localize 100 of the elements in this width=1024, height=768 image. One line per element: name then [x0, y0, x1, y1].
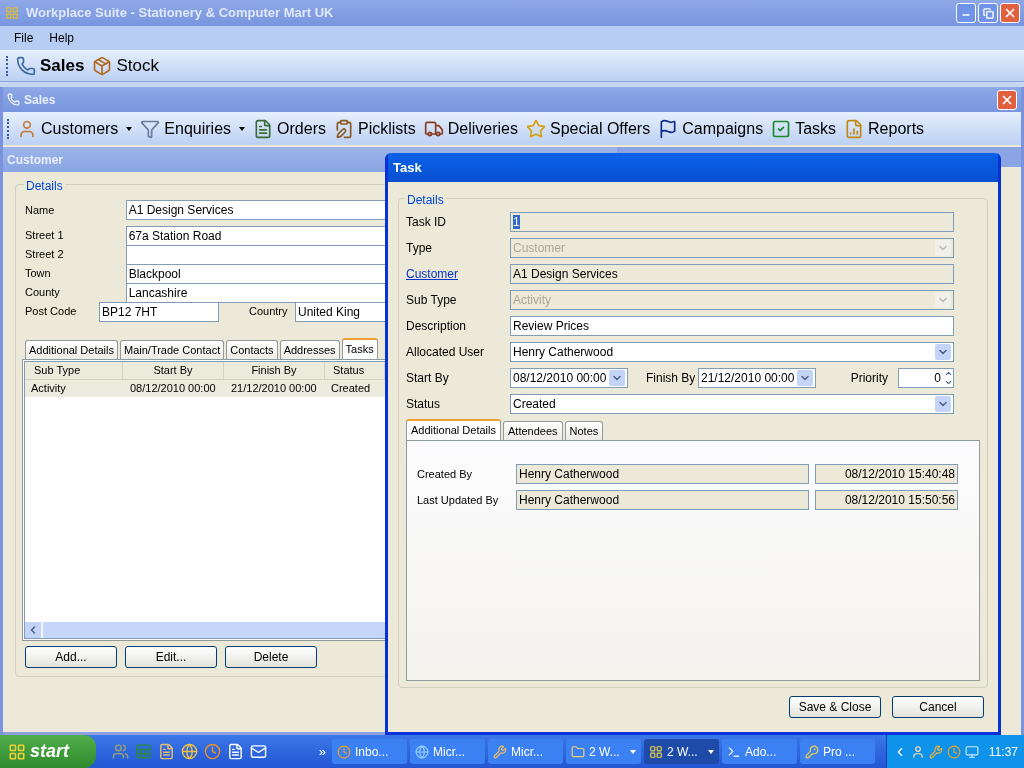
minimize-button[interactable] — [956, 3, 976, 23]
star-icon — [526, 118, 546, 139]
phone-icon — [16, 55, 36, 76]
toolbar-button[interactable]: Customers — [17, 116, 133, 141]
close-icon — [1003, 6, 1017, 20]
table-cell-text: Created — [330, 381, 372, 397]
report-icon — [844, 118, 865, 139]
taskbar-button[interactable]: Micr... — [488, 739, 563, 764]
clock-icon — [337, 744, 351, 759]
tab[interactable]: Main/Trade Contact — [120, 340, 225, 359]
folder-icon — [571, 744, 585, 759]
menu-item[interactable]: File — [14, 29, 34, 47]
taskbar-button[interactable]: Pro ... — [800, 739, 875, 764]
table-cell-text: Activity — [30, 381, 67, 397]
text-field[interactable]: 08/12/2010 15:40:48 — [815, 464, 958, 484]
app-logo-icon — [4, 5, 20, 21]
column-header[interactable]: Finish By — [224, 362, 325, 379]
combo-field[interactable]: Henry Catherwood — [510, 342, 954, 362]
date-field[interactable]: 08/12/2010 00:00 — [510, 368, 628, 388]
tab[interactable]: Addresses — [279, 340, 340, 359]
text-field[interactable]: Review Prices — [510, 316, 954, 336]
phone-icon — [7, 93, 20, 106]
flag-icon — [658, 118, 679, 139]
globe-icon[interactable] — [181, 743, 198, 760]
field-label: Town — [25, 266, 52, 282]
field-label: Priority — [849, 370, 889, 387]
key-icon — [805, 744, 819, 759]
text-field[interactable]: 08/12/2010 15:50:56 — [815, 490, 958, 510]
toolbar-button[interactable]: Campaigns — [658, 116, 764, 141]
dropdown-caret-icon — [708, 749, 714, 754]
action-button[interactable]: Edit... — [125, 646, 217, 668]
clock-icon[interactable] — [947, 744, 961, 759]
taskbar-button[interactable]: Ado... — [722, 739, 797, 764]
document-icon[interactable] — [158, 743, 175, 760]
combo-field[interactable]: Created — [510, 394, 954, 414]
field-label: Street 1 — [25, 228, 65, 244]
module-button[interactable]: Stock — [92, 52, 159, 79]
toolbar-button[interactable]: Tasks — [771, 116, 837, 141]
document-icon[interactable] — [227, 743, 244, 760]
restore-icon — [982, 7, 994, 19]
tab[interactable]: Additional Details — [25, 340, 118, 359]
action-button[interactable]: Add... — [25, 646, 117, 668]
toolbar-button[interactable]: Picklists — [333, 116, 416, 141]
customer-link[interactable]: Customer — [406, 265, 510, 283]
dropdown-caret-icon — [126, 126, 133, 131]
priority-spinner[interactable]: 0 — [898, 368, 954, 388]
restore-button[interactable] — [978, 3, 998, 23]
column-header[interactable]: Sub Type — [25, 362, 123, 379]
clock-time: 11:37 — [988, 743, 1018, 761]
text-field[interactable]: 1 — [510, 212, 954, 232]
window-title: Customer — [7, 151, 63, 169]
dialog-button[interactable]: Save & Close — [789, 696, 881, 718]
taskbar-button[interactable]: 2 W... — [566, 739, 641, 764]
tab[interactable]: Notes — [564, 421, 604, 440]
table-cell-text: 21/12/2010 00:00 — [230, 381, 318, 397]
person-icon — [17, 118, 37, 139]
close-button[interactable] — [1000, 3, 1020, 23]
scroll-left-icon[interactable] — [25, 622, 41, 638]
toolbar-button[interactable]: Orders — [253, 116, 326, 141]
module-button[interactable]: Sales — [16, 52, 85, 79]
mail-icon[interactable] — [250, 743, 267, 760]
column-header[interactable]: Start By — [123, 362, 224, 379]
person-icon[interactable] — [911, 744, 925, 759]
tab[interactable]: Tasks — [341, 338, 378, 359]
field-label: Finish By — [645, 370, 697, 387]
field-label: Description — [406, 318, 468, 335]
monitor-icon[interactable] — [965, 744, 979, 759]
funnel-icon — [140, 118, 161, 139]
toolbar-button[interactable]: Enquiries — [140, 116, 246, 141]
close-button[interactable] — [997, 89, 1017, 110]
text-field[interactable]: Henry Catherwood — [516, 490, 809, 510]
text-field[interactable]: BP12 7HT — [99, 301, 219, 322]
taskbar-button[interactable]: Inbo... — [332, 739, 407, 764]
toolbar-button[interactable]: Special Offers — [526, 116, 651, 141]
tab[interactable]: Additional Details — [406, 419, 501, 440]
menu-item[interactable]: Help — [49, 29, 75, 47]
windows-logo-icon — [8, 742, 26, 761]
tab[interactable]: Attendees — [503, 421, 563, 440]
text-field[interactable]: Henry Catherwood — [516, 464, 809, 484]
toolbar-button[interactable]: Reports — [844, 116, 925, 141]
toolbar-button[interactable]: Deliveries — [423, 116, 518, 141]
dialog-button[interactable]: Cancel — [892, 696, 984, 718]
text-field[interactable]: A1 Design Services — [510, 264, 954, 284]
dialog-title: Task — [393, 158, 422, 177]
wrench-icon[interactable] — [929, 744, 943, 759]
people-icon[interactable] — [112, 743, 129, 760]
field-label: Created By — [417, 466, 474, 482]
taskbar-button[interactable]: 2 W... — [644, 739, 719, 764]
field-label: Last Updated By — [417, 492, 500, 508]
date-field[interactable]: 21/12/2010 00:00 — [698, 368, 816, 388]
clock-icon[interactable] — [204, 743, 221, 760]
window-title: Sales — [24, 91, 57, 109]
field-label: Country — [248, 304, 289, 320]
action-button[interactable]: Delete — [225, 646, 317, 668]
field-label: Name — [25, 202, 56, 218]
globe-icon — [415, 744, 429, 759]
taskbar-button[interactable]: Micr... — [410, 739, 485, 764]
more-icons-chevron[interactable]: » — [318, 741, 326, 762]
tab[interactable]: Contacts — [226, 340, 278, 359]
app-icon — [649, 744, 663, 759]
